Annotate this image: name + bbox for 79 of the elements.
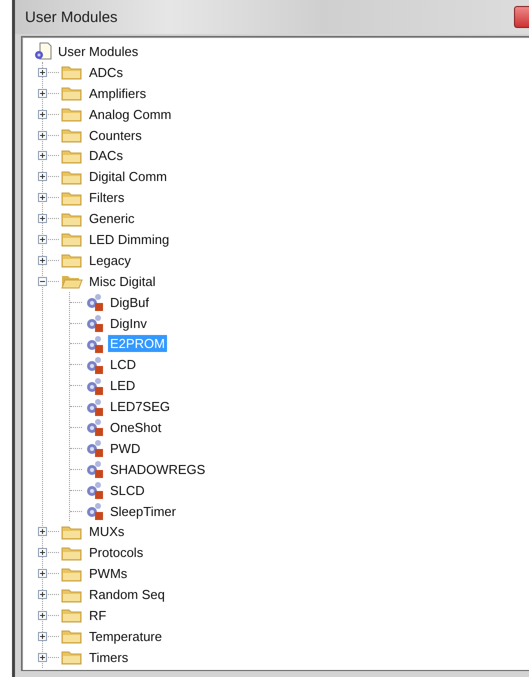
folder-icon (61, 85, 83, 102)
tree-item[interactable]: Analog Comm (87, 106, 174, 123)
close-button[interactable] (514, 6, 529, 28)
gear-module-icon (84, 356, 104, 374)
expand-icon[interactable] (38, 652, 47, 662)
expand-icon[interactable] (38, 632, 47, 641)
folder-icon (61, 607, 83, 624)
tree-item[interactable]: Filters (87, 189, 126, 206)
folder-icon (61, 628, 83, 644)
gear-module-icon (84, 460, 104, 478)
expand-icon[interactable] (38, 193, 47, 202)
folder-icon (61, 649, 83, 666)
expand-icon[interactable] (38, 110, 47, 119)
tree-item[interactable]: DigInv (108, 314, 149, 332)
expand-icon[interactable] (38, 151, 47, 160)
module-page-icon (34, 42, 52, 60)
expand-icon[interactable] (38, 590, 47, 600)
expand-icon[interactable] (38, 548, 47, 558)
folder-icon (61, 190, 83, 206)
tree-item[interactable]: Timers (87, 648, 130, 666)
tree-item[interactable]: User Modules (56, 42, 140, 60)
tree-item[interactable]: DACs (87, 147, 125, 164)
folder-icon (61, 210, 83, 227)
folder-icon (61, 544, 83, 561)
expand-icon[interactable] (38, 214, 47, 224)
gear-module-icon (84, 398, 104, 416)
folder-icon (61, 148, 83, 164)
folder-icon (61, 64, 83, 80)
folder-icon (61, 168, 83, 185)
tree-item[interactable]: DigBuf (108, 294, 152, 311)
tree-item[interactable]: Misc Digital (87, 272, 158, 290)
tree-item[interactable]: LED (108, 377, 138, 394)
expand-icon[interactable] (38, 68, 47, 77)
folder-icon (61, 252, 83, 268)
tree-item[interactable]: LCD (108, 356, 138, 374)
tree-item[interactable]: MUXs (87, 523, 126, 540)
tree-item[interactable]: SleepTimer (108, 502, 178, 520)
gear-module-icon (84, 439, 104, 458)
gear-module-icon (84, 314, 104, 332)
tree-item[interactable]: Temperature (87, 628, 164, 645)
folder-icon (61, 524, 83, 540)
open-folder-icon (61, 273, 83, 290)
folder-icon (61, 231, 83, 248)
expand-icon[interactable] (38, 88, 47, 98)
tree-item[interactable]: LED Dimming (87, 230, 172, 248)
folder-icon (61, 586, 83, 603)
gear-module-icon (84, 502, 104, 520)
gear-module-icon (84, 418, 104, 436)
expand-icon[interactable] (38, 235, 47, 244)
tree-item[interactable]: ADCs (87, 64, 125, 81)
gear-module-icon (84, 376, 104, 395)
tree-item[interactable]: Digital Comm (87, 168, 170, 186)
expand-icon[interactable] (38, 611, 47, 620)
tree-item[interactable]: RF (87, 606, 108, 624)
gear-module-icon (84, 481, 104, 500)
tree-item[interactable]: Protocols (87, 544, 146, 562)
expand-icon[interactable] (38, 172, 47, 182)
tree-item[interactable]: Legacy (87, 252, 133, 269)
expand-icon[interactable] (38, 256, 47, 265)
collapse-icon[interactable] (38, 276, 47, 286)
tree-item[interactable]: Amplifiers (87, 84, 148, 102)
expand-icon[interactable] (38, 527, 47, 536)
window-title: User Modules (25, 8, 118, 26)
expand-icon[interactable] (38, 130, 47, 140)
tree-item[interactable]: LED7SEG (108, 398, 172, 416)
folder-icon (61, 106, 83, 122)
tree-item[interactable]: Random Seq (87, 586, 167, 604)
folder-icon (61, 566, 83, 582)
tree-item[interactable]: SLCD (108, 482, 147, 499)
tree-item[interactable]: PWMs (87, 565, 130, 582)
tree-item[interactable]: SHADOWREGS (108, 460, 208, 478)
tree-item[interactable]: OneShot (108, 418, 164, 436)
tree-item[interactable]: PWD (108, 440, 142, 457)
gear-module-icon (84, 293, 104, 312)
tree-item[interactable]: Generic (87, 210, 137, 228)
gear-module-icon (84, 334, 104, 353)
folder-icon (61, 127, 83, 143)
tree-item[interactable]: Counters (87, 126, 144, 144)
expand-icon[interactable] (38, 569, 47, 578)
